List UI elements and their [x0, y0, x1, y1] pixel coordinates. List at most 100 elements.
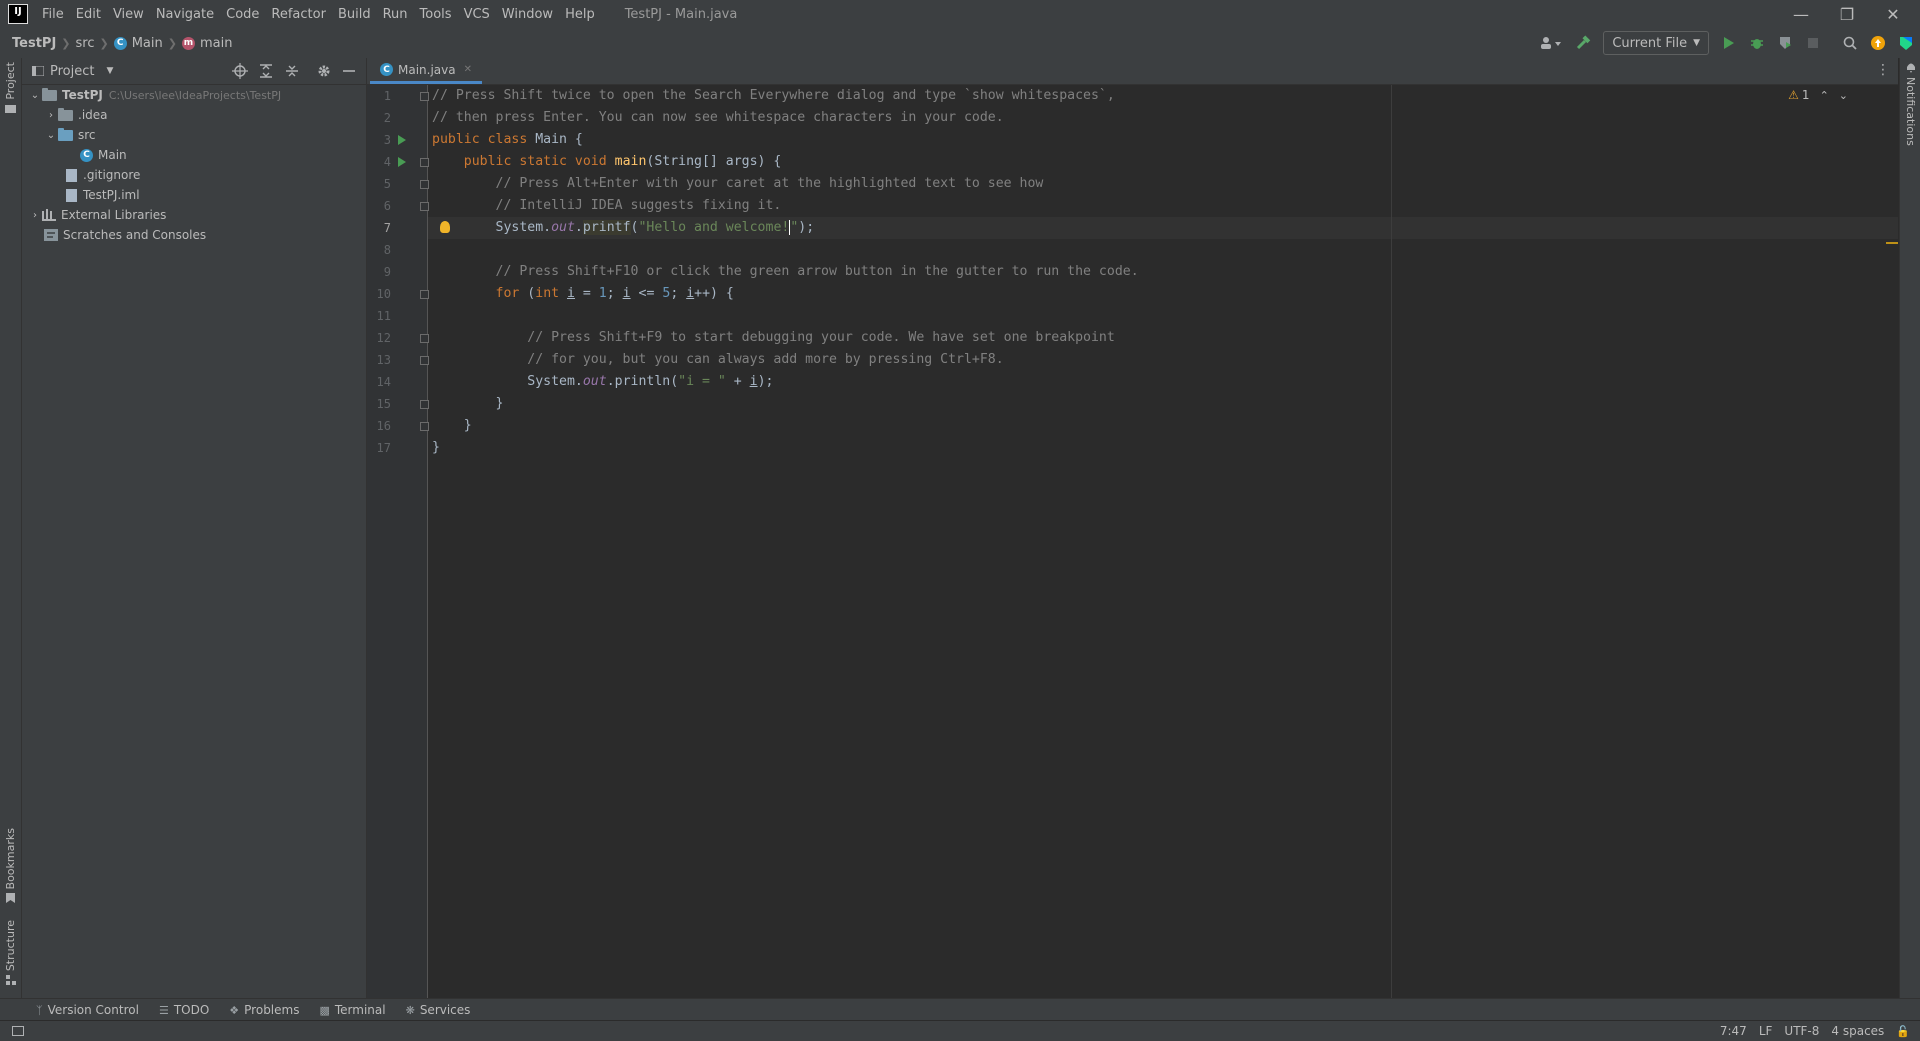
minimize-icon[interactable]: —: [1778, 0, 1824, 28]
chevron-right-icon: ❯: [167, 36, 177, 50]
line-number: 11: [376, 309, 391, 323]
menu-build[interactable]: Build: [332, 7, 377, 22]
notifications-tool-tab[interactable]: Notifications: [1900, 58, 1920, 146]
project-panel-header: Project ▼: [22, 58, 366, 85]
run-class-gutter-icon[interactable]: [398, 135, 406, 145]
services-tool-button[interactable]: ❋ Services: [406, 1003, 471, 1017]
chevron-right-icon: ❯: [99, 36, 109, 50]
menu-tools[interactable]: Tools: [414, 7, 458, 22]
debug-icon[interactable]: [1744, 30, 1770, 56]
tab-main-java[interactable]: C Main.java ✕: [370, 58, 482, 84]
fold-marker-icon[interactable]: [420, 422, 429, 431]
line-separator[interactable]: LF: [1759, 1024, 1773, 1038]
tree-item-scratches[interactable]: Scratches and Consoles: [44, 225, 206, 245]
build-hammer-icon[interactable]: [1570, 30, 1596, 56]
toolbox-icon[interactable]: [1893, 30, 1919, 56]
tree-item-idea[interactable]: › .idea: [44, 105, 108, 125]
main-toolbar: Current File ▼: [1533, 28, 1920, 58]
tree-item-gitignore[interactable]: .gitignore: [66, 165, 140, 185]
structure-tool-tab[interactable]: Structure: [0, 920, 21, 986]
line-number: 14: [376, 375, 391, 389]
notifications-label: Notifications: [1904, 77, 1917, 146]
fold-marker-icon[interactable]: [420, 202, 429, 211]
run-icon[interactable]: [1716, 30, 1742, 56]
more-options-icon[interactable]: ⋮: [1876, 62, 1890, 78]
tree-item-label: Scratches and Consoles: [63, 228, 207, 242]
menu-view[interactable]: View: [107, 7, 150, 22]
close-tab-icon[interactable]: ✕: [464, 64, 472, 75]
project-tool-tab[interactable]: Project: [0, 62, 21, 113]
caret-position[interactable]: 7:47: [1720, 1024, 1747, 1038]
terminal-tool-button[interactable]: ▩ Terminal: [319, 1003, 385, 1017]
menu-vcs[interactable]: VCS: [458, 7, 496, 22]
tree-item-root[interactable]: ⌄ TestPJ C:\Users\lee\IdeaProjects\TestP…: [28, 85, 281, 105]
right-tool-strip: Notifications: [1899, 58, 1920, 998]
fold-marker-icon[interactable]: [420, 180, 429, 189]
collapse-all-icon[interactable]: [284, 63, 300, 79]
tool-label: TODO: [173, 1003, 210, 1017]
version-control-tool-button[interactable]: ᛉ Version Control: [36, 1003, 139, 1017]
breadcrumb-src[interactable]: src: [76, 36, 95, 51]
file-encoding[interactable]: UTF-8: [1784, 1024, 1819, 1038]
breadcrumb-class[interactable]: Main: [132, 36, 163, 51]
editor-gutter[interactable]: 1 2 3 4 5 6 7 8 9 10 11 12 13 14 15 16 1…: [367, 85, 429, 998]
locate-file-icon[interactable]: [232, 63, 248, 79]
hide-panel-icon[interactable]: [342, 63, 356, 79]
menu-edit[interactable]: Edit: [70, 7, 107, 22]
chevron-down-icon[interactable]: ▼: [106, 66, 113, 76]
next-highlight-icon[interactable]: ⌄: [1839, 89, 1848, 102]
fold-marker-icon[interactable]: [420, 290, 429, 299]
menu-file[interactable]: File: [36, 7, 70, 22]
todo-tool-button[interactable]: ☰ TODO: [159, 1003, 209, 1017]
fold-marker-icon[interactable]: [420, 92, 429, 101]
search-icon[interactable]: [1837, 30, 1863, 56]
tree-item-src[interactable]: ⌄ src: [44, 125, 96, 145]
tree-item-external-libraries[interactable]: › External Libraries: [28, 205, 166, 225]
fold-marker-icon[interactable]: [420, 400, 429, 409]
expand-all-icon[interactable]: [258, 63, 274, 79]
restore-icon[interactable]: ❐: [1824, 0, 1870, 28]
chevron-down-icon[interactable]: ⌄: [28, 90, 42, 101]
menu-navigate[interactable]: Navigate: [150, 7, 220, 22]
breadcrumb-project[interactable]: TestPJ: [12, 36, 56, 51]
line-number: 17: [376, 441, 391, 455]
bookmarks-tool-tab[interactable]: Bookmarks: [0, 828, 21, 904]
toggle-tool-windows-icon[interactable]: [12, 1026, 24, 1036]
tree-item-main[interactable]: C Main: [80, 145, 127, 165]
tab-label: Main.java: [398, 62, 456, 77]
project-view-selector[interactable]: Project: [50, 64, 94, 79]
menu-code[interactable]: Code: [220, 7, 265, 22]
fold-marker-icon[interactable]: [420, 356, 429, 365]
class-icon: C: [380, 63, 393, 76]
chevron-right-icon[interactable]: ›: [28, 210, 42, 221]
menu-help[interactable]: Help: [559, 7, 601, 22]
tree-item-iml[interactable]: TestPJ.iml: [66, 185, 140, 205]
problems-tool-button[interactable]: ❖ Problems: [229, 1003, 299, 1017]
code-line-15: }: [432, 396, 504, 411]
coverage-icon[interactable]: [1772, 30, 1798, 56]
close-icon[interactable]: ✕: [1870, 0, 1916, 28]
warning-stripe-mark[interactable]: [1886, 242, 1898, 244]
fold-marker-icon[interactable]: [420, 158, 429, 167]
menu-window[interactable]: Window: [496, 7, 559, 22]
tree-item-label: .idea: [78, 108, 108, 122]
user-icon[interactable]: [1534, 30, 1568, 56]
project-tool-label: Project: [4, 62, 17, 100]
navigation-bar: TestPJ ❯ src ❯ C Main ❯ m main Current F…: [0, 28, 1920, 59]
inspection-widget[interactable]: ⚠ 1 ⌃ ⌄: [1788, 88, 1848, 102]
run-config-dropdown[interactable]: Current File ▼: [1603, 31, 1709, 55]
code-editor[interactable]: 1 2 3 4 5 6 7 8 9 10 11 12 13 14 15 16 1…: [367, 85, 1898, 998]
fold-marker-icon[interactable]: [420, 334, 429, 343]
chevron-right-icon[interactable]: ›: [44, 110, 58, 121]
previous-highlight-icon[interactable]: ⌃: [1820, 89, 1829, 102]
breadcrumb-method[interactable]: main: [200, 36, 232, 51]
gear-icon[interactable]: [316, 63, 332, 79]
run-main-gutter-icon[interactable]: [398, 157, 406, 167]
update-icon[interactable]: [1865, 30, 1891, 56]
chevron-down-icon[interactable]: ⌄: [44, 130, 58, 141]
indent-setting[interactable]: 4 spaces: [1831, 1024, 1884, 1038]
stop-icon[interactable]: [1800, 30, 1826, 56]
menu-run[interactable]: Run: [377, 7, 414, 22]
menu-refactor[interactable]: Refactor: [265, 7, 332, 22]
lock-icon[interactable]: 🔓: [1896, 1025, 1910, 1038]
